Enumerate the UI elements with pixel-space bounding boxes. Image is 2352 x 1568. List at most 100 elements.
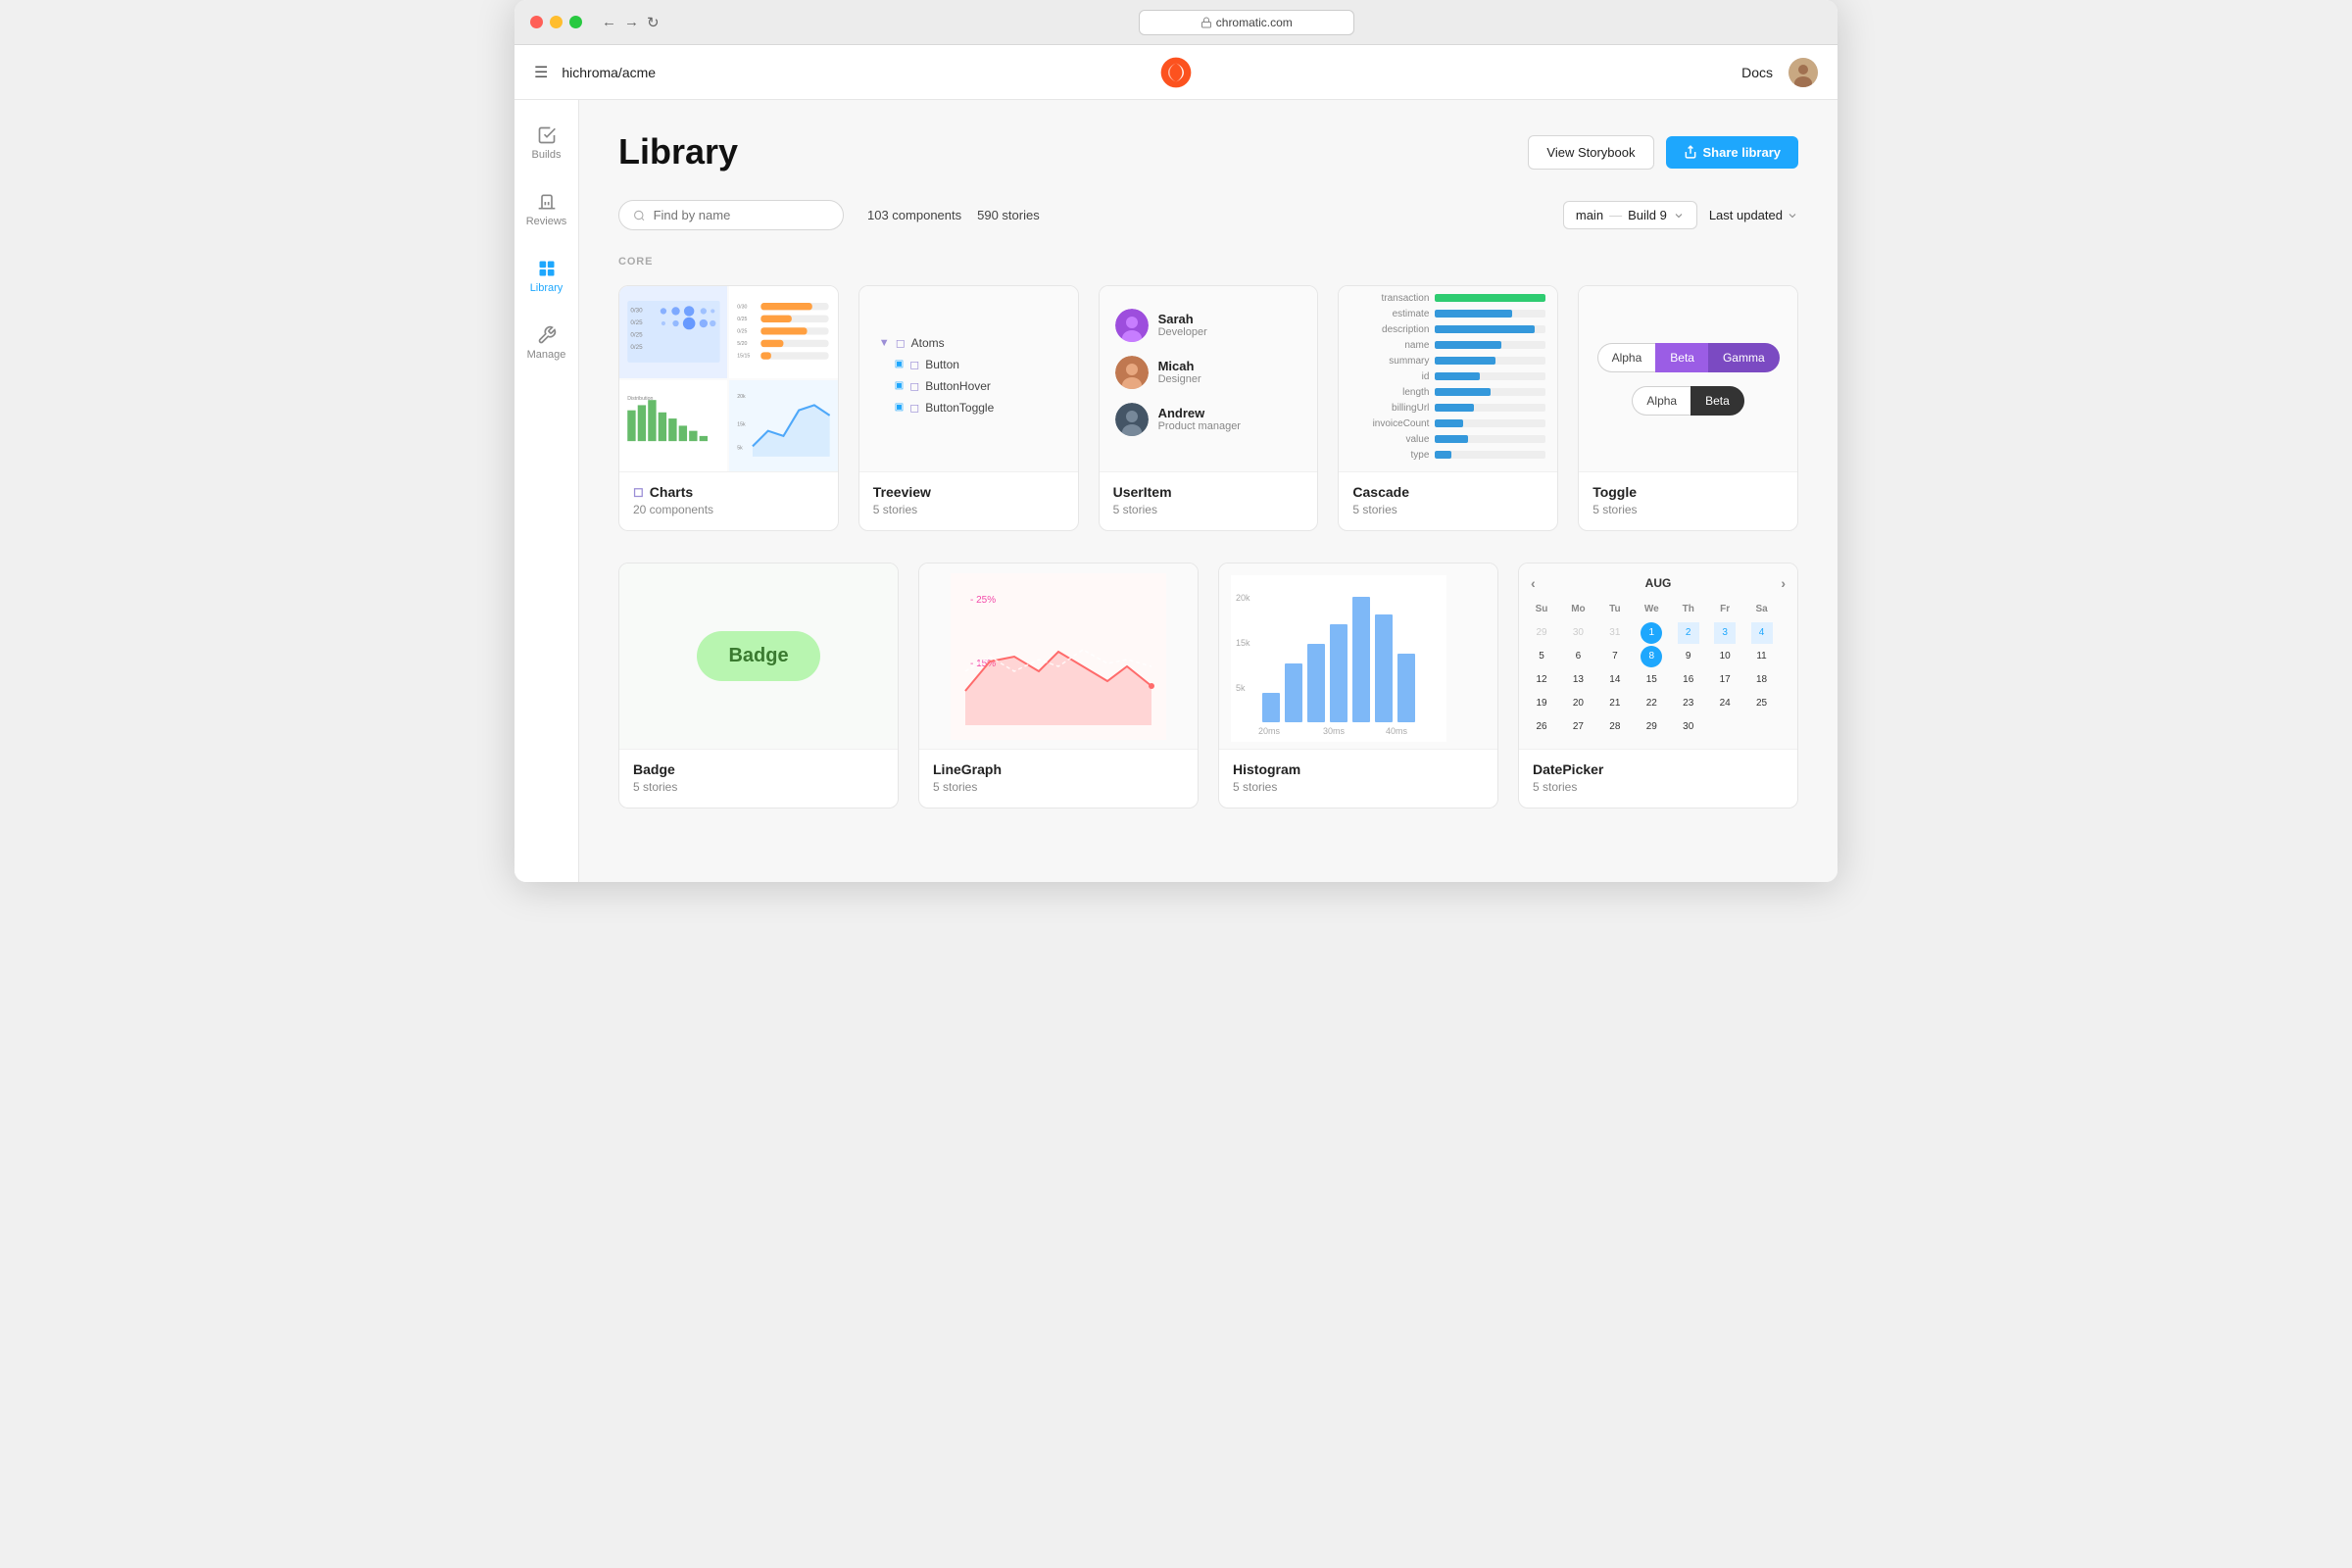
components-count: 103 components — [867, 208, 961, 222]
dp-17[interactable]: 17 — [1714, 669, 1736, 691]
avatar-micah-img — [1115, 356, 1149, 389]
dp-29[interactable]: 29 — [1531, 622, 1552, 644]
card-badge[interactable]: Badge Badge 5 stories — [618, 563, 899, 808]
card-badge-name: Badge — [633, 761, 884, 777]
toggle-beta-bottom: Beta — [1690, 386, 1744, 416]
dp-28[interactable]: 28 — [1604, 716, 1626, 738]
dp-29b[interactable]: 29 — [1641, 716, 1662, 738]
dp-24[interactable]: 24 — [1714, 693, 1736, 714]
card-treeview[interactable]: ▼ ◻ Atoms ▣ ◻ Button ▣ ◻ — [858, 285, 1079, 531]
sort-selector[interactable]: Last updated — [1709, 208, 1798, 222]
card-charts[interactable]: 0/30 0/25 0/25 0/25 — [618, 285, 839, 531]
folder-icon-sm2: ◻ — [909, 379, 919, 393]
linegraph-content: - 25% - 15% — [919, 564, 1198, 749]
svg-text:30ms: 30ms — [1323, 726, 1346, 736]
card-cascade-info: Cascade 5 stories — [1339, 472, 1557, 530]
dp-14[interactable]: 14 — [1604, 669, 1626, 691]
dp-1[interactable]: 1 — [1641, 622, 1662, 644]
dp-2[interactable]: 2 — [1678, 622, 1699, 644]
section-core-label: CORE — [618, 256, 1798, 268]
traffic-lights — [530, 16, 582, 28]
stories-count: 590 stories — [977, 208, 1040, 222]
dp-6[interactable]: 6 — [1567, 646, 1589, 667]
dp-31[interactable]: 31 — [1604, 622, 1626, 644]
sidebar-item-builds[interactable]: Builds — [514, 116, 578, 171]
dp-13[interactable]: 13 — [1567, 669, 1589, 691]
svg-text:15/15: 15/15 — [737, 354, 750, 360]
back-button[interactable]: ← — [602, 14, 616, 31]
share-library-button[interactable]: Share library — [1666, 136, 1799, 169]
dp-23[interactable]: 23 — [1678, 693, 1699, 714]
dp-16[interactable]: 16 — [1678, 669, 1699, 691]
menu-icon[interactable]: ☰ — [534, 63, 548, 82]
svg-text:5k: 5k — [737, 445, 743, 451]
docs-link[interactable]: Docs — [1741, 65, 1773, 80]
cascade-label-estimate: estimate — [1350, 309, 1429, 319]
user-avatar[interactable] — [1788, 58, 1818, 87]
sarah-name: Sarah — [1158, 312, 1207, 326]
sort-chevron-icon — [1787, 210, 1798, 221]
share-icon — [1684, 145, 1697, 159]
cascade-row-name: name — [1350, 340, 1545, 351]
dp-9[interactable]: 9 — [1678, 646, 1699, 667]
dp-22[interactable]: 22 — [1641, 693, 1662, 714]
avatar-andrew — [1115, 403, 1149, 436]
folder-icon: ◻ — [633, 484, 644, 500]
build-label: Build 9 — [1628, 208, 1667, 222]
dp-8[interactable]: 8 — [1641, 646, 1662, 667]
dp-21[interactable]: 21 — [1604, 693, 1626, 714]
search-box[interactable] — [618, 200, 844, 230]
sidebar-item-reviews[interactable]: Reviews — [514, 182, 578, 237]
card-histogram[interactable]: 20k 15k 5k — [1218, 563, 1498, 808]
card-linegraph[interactable]: - 25% - 15% — [918, 563, 1199, 808]
card-useritem[interactable]: Sarah Developer — [1099, 285, 1319, 531]
dp-30[interactable]: 30 — [1567, 622, 1589, 644]
dp-next-icon[interactable]: › — [1781, 575, 1786, 591]
dp-10[interactable]: 10 — [1714, 646, 1736, 667]
reload-button[interactable]: ↻ — [647, 14, 660, 31]
dp-7[interactable]: 7 — [1604, 646, 1626, 667]
treeview-content: ▼ ◻ Atoms ▣ ◻ Button ▣ ◻ — [859, 317, 1078, 442]
dp-5[interactable]: 5 — [1531, 646, 1552, 667]
card-datepicker-info: DatePicker 5 stories — [1519, 750, 1797, 808]
avatar-micah — [1115, 356, 1149, 389]
svg-text:0/25: 0/25 — [630, 319, 643, 326]
dp-18[interactable]: 18 — [1751, 669, 1773, 691]
org-label: hichroma/acme — [562, 65, 656, 80]
dp-25[interactable]: 25 — [1751, 693, 1773, 714]
dp-20[interactable]: 20 — [1567, 693, 1589, 714]
title-bar: ← → ↻ chromatic.com — [514, 0, 1838, 45]
dp-15[interactable]: 15 — [1641, 669, 1662, 691]
dp-3[interactable]: 3 — [1714, 622, 1736, 644]
card-cascade[interactable]: transaction estimate description — [1338, 285, 1558, 531]
card-toggle-preview: Alpha Beta Gamma Alpha Beta — [1579, 286, 1797, 472]
card-datepicker[interactable]: ‹ AUG › Su Mo Tu We Th Fr — [1518, 563, 1798, 808]
card-toggle[interactable]: Alpha Beta Gamma Alpha Beta T — [1578, 285, 1798, 531]
sidebar: Builds Reviews Library Manage — [514, 100, 579, 882]
toolbar-right: main — Build 9 Last updated — [1563, 201, 1798, 229]
card-charts-name: ◻ Charts — [633, 484, 824, 500]
card-cascade-stories: 5 stories — [1352, 503, 1544, 516]
close-button[interactable] — [530, 16, 543, 28]
svg-text:0/30: 0/30 — [630, 308, 643, 315]
dp-11[interactable]: 11 — [1751, 646, 1773, 667]
dp-hdr-su: Su — [1531, 599, 1552, 620]
folder-icon-sm: ◻ — [909, 358, 919, 371]
sidebar-item-manage[interactable]: Manage — [514, 316, 578, 370]
minimize-button[interactable] — [550, 16, 563, 28]
dp-12[interactable]: 12 — [1531, 669, 1552, 691]
dp-19[interactable]: 19 — [1531, 693, 1552, 714]
dp-26[interactable]: 26 — [1531, 716, 1552, 738]
dp-27[interactable]: 27 — [1567, 716, 1589, 738]
dp-4[interactable]: 4 — [1751, 622, 1773, 644]
address-bar[interactable]: chromatic.com — [1139, 10, 1354, 35]
sidebar-item-library[interactable]: Library — [514, 249, 578, 304]
dp-prev-icon[interactable]: ‹ — [1531, 575, 1536, 591]
forward-button[interactable]: → — [624, 14, 639, 31]
view-storybook-button[interactable]: View Storybook — [1528, 135, 1653, 170]
tree-component-icon: ▣ — [895, 359, 904, 369]
branch-selector[interactable]: main — Build 9 — [1563, 201, 1697, 229]
dp-30b[interactable]: 30 — [1678, 716, 1699, 738]
maximize-button[interactable] — [569, 16, 582, 28]
search-input[interactable] — [654, 208, 829, 222]
